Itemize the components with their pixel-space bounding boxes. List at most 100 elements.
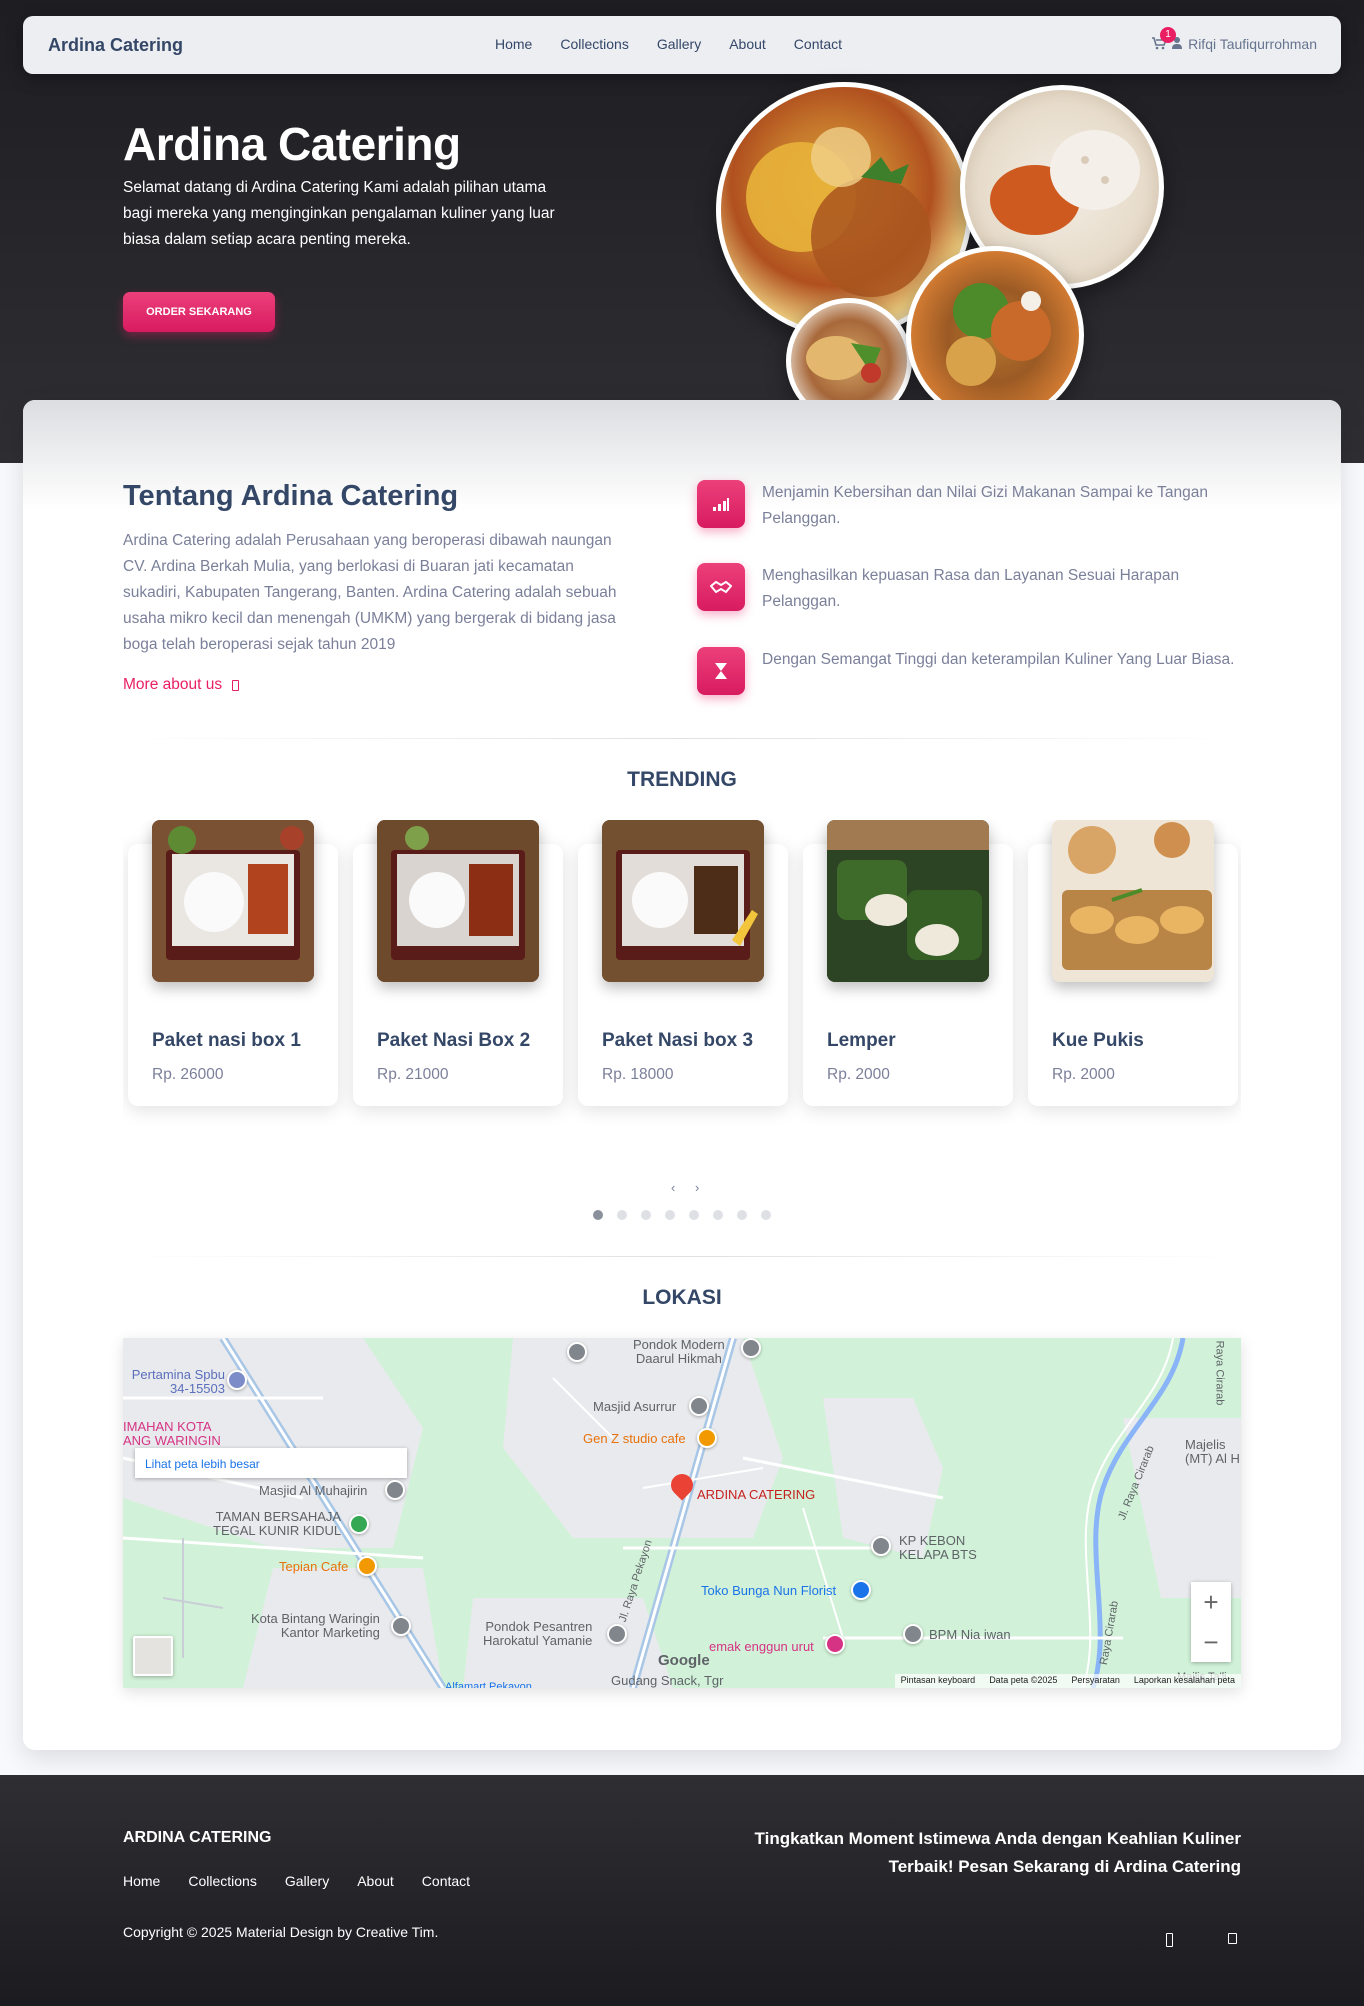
map-poi-icon — [607, 1624, 627, 1644]
carousel-dot[interactable] — [617, 1210, 627, 1220]
carousel-dot[interactable] — [713, 1210, 723, 1220]
hero-food-image-bottom-right — [906, 246, 1084, 424]
user-name-link[interactable]: Rifqi Taufiqurrohman — [1188, 36, 1317, 52]
more-about-link[interactable]: More about us — [123, 676, 240, 694]
product-image-kue-pukis — [1052, 820, 1214, 982]
map-label-pertamina: Pertamina Spbu 34-15503 — [131, 1367, 225, 1396]
map-terms-link[interactable]: Persyaratan — [1071, 1675, 1120, 1687]
map-label-alfamart: Alfamart Pekayon — [445, 1681, 532, 1688]
cart-icon[interactable]: 1 — [1152, 27, 1177, 51]
map-label-ardina-catering: ARDINA CATERING — [697, 1487, 816, 1502]
feature-text: Menghasilkan kepuasan Rasa dan Layanan S… — [762, 567, 1180, 610]
map-label-toko-bunga: Toko Bunga Nun Florist — [701, 1583, 837, 1598]
view-larger-map-link[interactable]: Lihat peta lebih besar — [135, 1448, 407, 1478]
map-poi-icon — [741, 1338, 761, 1358]
product-card[interactable]: Kue Pukis Rp. 2000 — [1028, 820, 1238, 1106]
carousel-dot[interactable] — [665, 1210, 675, 1220]
map-label-kota-bintang: Kota Bintang Waringin Kantor Marketing — [251, 1611, 380, 1640]
footer-link-contact[interactable]: Contact — [422, 1873, 470, 1889]
about-title: Tentang Ardina Catering — [123, 480, 459, 512]
footer-link-collections[interactable]: Collections — [188, 1873, 256, 1889]
map-label-road-cirarab-top: Raya Cirarab — [1213, 1340, 1226, 1406]
map-poi-icon — [851, 1580, 871, 1600]
more-about-label: More about us — [123, 676, 223, 693]
handshake-icon — [697, 563, 745, 611]
nav-home[interactable]: Home — [495, 36, 532, 52]
carousel-dot[interactable] — [761, 1210, 771, 1220]
map-report-error-link[interactable]: Laporkan kesalahan peta — [1134, 1675, 1235, 1687]
about-description: Ardina Catering adalah Perusahaan yang b… — [123, 532, 617, 653]
product-price: Rp. 2000 — [1052, 1066, 1115, 1083]
product-name: Lemper — [827, 1030, 896, 1051]
nav-gallery[interactable]: Gallery — [657, 36, 701, 52]
map-poi-icon — [391, 1616, 411, 1636]
map-poi-icon — [357, 1556, 377, 1576]
map-poi-icon — [903, 1624, 923, 1644]
product-card[interactable]: Paket nasi box 1 Rp. 26000 — [128, 820, 338, 1106]
product-image-nasi-box — [152, 820, 314, 982]
footer-links: Home Collections Gallery About Contact — [123, 1873, 470, 1889]
carousel-dot[interactable] — [641, 1210, 651, 1220]
product-price: Rp. 26000 — [152, 1066, 224, 1083]
map-poi-icon — [227, 1370, 247, 1390]
map-label-masjid-muhajirin: Masjid Al Muhajirin — [259, 1483, 368, 1498]
map-keyboard-shortcuts[interactable]: Pintasan keyboard — [901, 1675, 976, 1687]
hourglass-icon — [697, 647, 745, 695]
map-label-bpm: BPM Nia iwan — [929, 1627, 1011, 1642]
carousel-dot[interactable] — [689, 1210, 699, 1220]
footer-copyright: Copyright © 2025 Material Design by Crea… — [123, 1924, 439, 1940]
nav-collections[interactable]: Collections — [560, 36, 628, 52]
product-name: Paket Nasi Box 2 — [377, 1030, 531, 1051]
carousel-dot[interactable] — [737, 1210, 747, 1220]
section-divider — [123, 1256, 1241, 1257]
hero-description: Selamat datang di Ardina Catering Kami a… — [123, 179, 555, 248]
map-zoom-in-button[interactable]: + — [1191, 1582, 1231, 1622]
map-label-taman: TAMAN BERSAHAJA TEGAL KUNIR KIDUL — [213, 1509, 342, 1538]
map-type-toggle[interactable] — [133, 1636, 173, 1676]
product-name: Paket nasi box 1 — [152, 1030, 301, 1051]
embedded-map[interactable]: Lihat peta lebih besar Pertamina Spbu 34… — [123, 1338, 1241, 1688]
footer-cta-text: Tingkatkan Moment Istimewa Anda dengan K… — [754, 1829, 1241, 1876]
google-logo: Google — [658, 1652, 710, 1669]
map-label-kp-kebon: KP KEBON KELAPA BTS — [899, 1533, 977, 1562]
arrow-icon — [232, 679, 240, 691]
product-card[interactable]: Lemper Rp. 2000 — [803, 820, 1013, 1106]
footer: ARDINA CATERING Home Collections Gallery… — [0, 1775, 1364, 2006]
social-icon[interactable] — [1228, 1933, 1237, 1944]
map-zoom-controls: + − — [1191, 1582, 1231, 1662]
map-poi-icon — [825, 1634, 845, 1654]
location-title: LOKASI — [642, 1286, 722, 1309]
trending-title: TRENDING — [627, 768, 737, 791]
map-poi-icon — [349, 1514, 369, 1534]
order-now-button[interactable]: ORDER SEKARANG — [123, 292, 275, 332]
map-poi-icon — [697, 1428, 717, 1448]
chart-icon — [697, 480, 745, 528]
nav-contact[interactable]: Contact — [794, 36, 842, 52]
social-icon[interactable] — [1166, 1933, 1173, 1947]
product-card[interactable]: Paket Nasi box 3 Rp. 18000 — [578, 820, 788, 1106]
map-label-pondok-pesantren: Pondok Pesantren Harokatul Yamanie — [483, 1619, 593, 1648]
product-image-lemper — [827, 820, 989, 982]
carousel-dots — [593, 1210, 771, 1220]
map-data-credit: Data peta ©2025 — [989, 1675, 1058, 1685]
carousel-arrows[interactable]: ‹ › — [671, 1180, 707, 1195]
nav-about[interactable]: About — [729, 36, 766, 52]
product-price: Rp. 18000 — [602, 1066, 674, 1083]
map-poi-icon — [567, 1342, 587, 1362]
product-card[interactable]: Paket Nasi Box 2 Rp. 21000 — [353, 820, 563, 1106]
navbar-brand[interactable]: Ardina Catering — [48, 35, 183, 56]
hero-section: Ardina Catering Home Collections Gallery… — [0, 0, 1364, 463]
map-zoom-out-button[interactable]: − — [1191, 1622, 1231, 1662]
footer-link-gallery[interactable]: Gallery — [285, 1873, 329, 1889]
map-poi-icon — [385, 1480, 405, 1500]
map-poi-icon — [871, 1536, 891, 1556]
footer-link-home[interactable]: Home — [123, 1873, 160, 1889]
footer-link-about[interactable]: About — [357, 1873, 394, 1889]
product-price: Rp. 21000 — [377, 1066, 449, 1083]
nav-links: Home Collections Gallery About Contact — [495, 36, 842, 52]
map-label-majelis: Majelis (MT) Al H — [1185, 1437, 1240, 1466]
map-label-masjid-asurrur: Masjid Asurrur — [593, 1399, 677, 1414]
carousel-dot[interactable] — [593, 1210, 603, 1220]
section-divider — [123, 738, 1241, 739]
map-label-pondok-modern: Pondok Modern Daarul Hikmah — [633, 1338, 725, 1366]
